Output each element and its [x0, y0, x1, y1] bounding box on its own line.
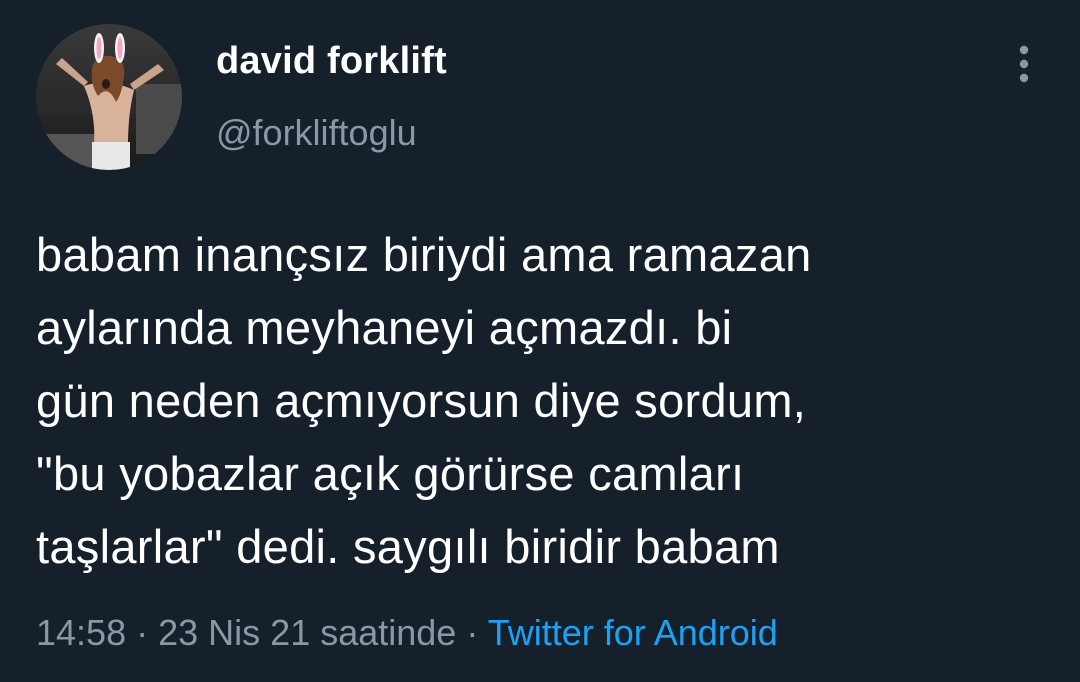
tweet-time[interactable]: 14:58	[36, 612, 126, 653]
avatar[interactable]	[36, 24, 182, 170]
more-options-button[interactable]	[1004, 40, 1044, 90]
tweet-source-link[interactable]: Twitter for Android	[488, 612, 778, 653]
user-handle[interactable]: @forkliftoglu	[216, 112, 417, 154]
tweet-text: babam inançsız biriydi ama ramazan aylar…	[36, 218, 1056, 583]
tweet-text-line: "bu yobazlar açık görürse camları	[36, 447, 745, 500]
tweet-date[interactable]: 23 Nis 21 saatinde	[158, 612, 456, 653]
tweet-text-line: babam inançsız biriydi ama ramazan	[36, 228, 812, 281]
tweet-text-line: aylarında meyhaneyi açmazdı. bi	[36, 301, 733, 354]
separator-dot: ·	[466, 612, 479, 653]
more-vertical-icon	[1019, 45, 1029, 83]
tweet-metadata: 14:58 · 23 Nis 21 saatinde · Twitter for…	[36, 612, 778, 654]
separator-dot: ·	[136, 612, 149, 653]
tweet-text-line: gün neden açmıyorsun diye sordum,	[36, 374, 807, 427]
tweet-card: david forklift @forkliftoglu babam inanç…	[0, 0, 1080, 682]
avatar-image	[36, 24, 182, 170]
tweet-text-line: taşlarlar" dedi. saygılı biridir babam	[36, 520, 780, 573]
display-name[interactable]: david forklift	[216, 40, 447, 83]
